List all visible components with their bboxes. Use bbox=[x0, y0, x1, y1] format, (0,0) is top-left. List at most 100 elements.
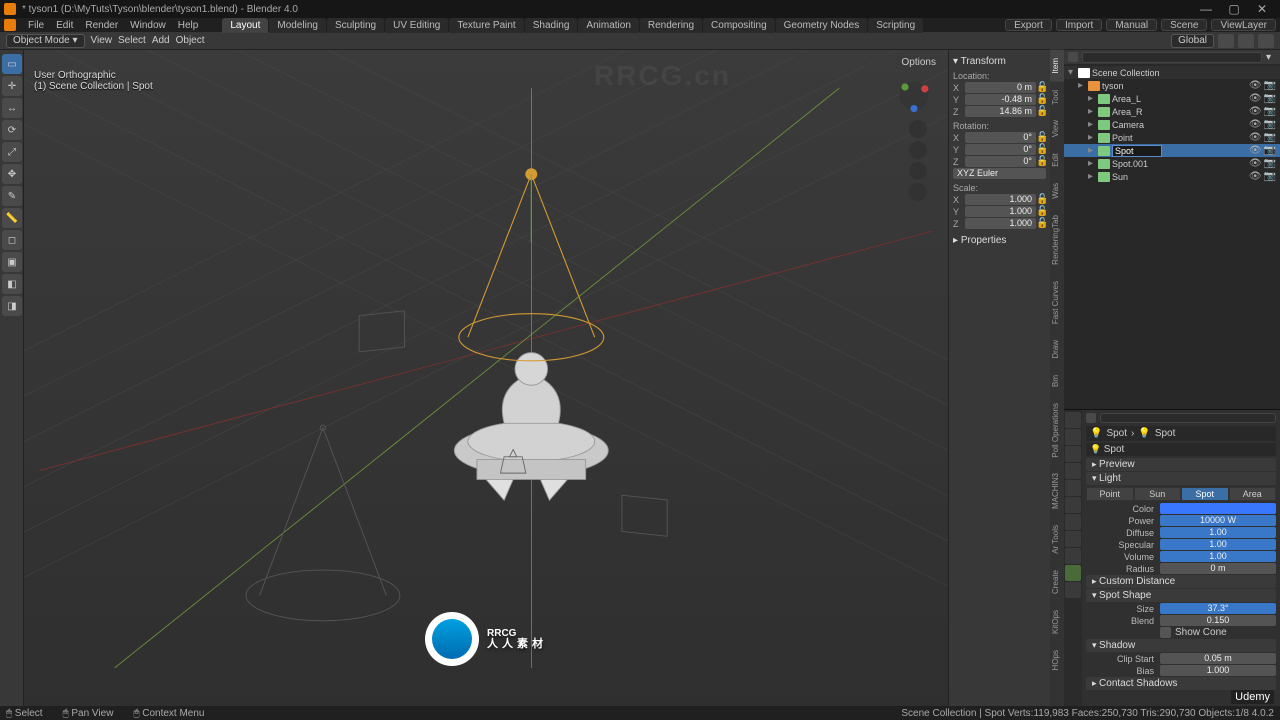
object-menu[interactable]: Object bbox=[176, 35, 205, 46]
lock-icon[interactable]: 🔓 bbox=[1036, 106, 1046, 117]
loc-y[interactable]: -0.48 m bbox=[965, 94, 1036, 105]
manual-button[interactable]: Manual bbox=[1106, 19, 1157, 31]
rotate-tool[interactable]: ⟳ bbox=[2, 120, 22, 140]
prop-tab-scene[interactable] bbox=[1065, 463, 1081, 479]
add-menu[interactable]: Add bbox=[152, 35, 170, 46]
lock-icon[interactable]: 🔓 bbox=[1036, 194, 1046, 205]
outliner-item[interactable]: ▸ Area_L 👁📷 bbox=[1064, 92, 1280, 105]
workspace-tab[interactable]: Sculpting bbox=[327, 18, 384, 33]
show-cone-checkbox[interactable] bbox=[1160, 627, 1171, 638]
n-tab[interactable]: Poll Operations bbox=[1050, 395, 1064, 466]
light-name-field[interactable]: 💡 Spot bbox=[1086, 443, 1276, 456]
light-color[interactable] bbox=[1160, 503, 1276, 514]
prop-tab-physics[interactable] bbox=[1065, 531, 1081, 547]
render-icon[interactable]: 📷 bbox=[1264, 93, 1276, 104]
loc-z[interactable]: 14.86 m bbox=[965, 106, 1036, 117]
workspace-tab[interactable]: Scripting bbox=[868, 18, 923, 33]
rotation-mode[interactable]: XYZ Euler bbox=[953, 168, 1046, 179]
select-box-tool[interactable]: ▭ bbox=[2, 54, 22, 74]
rot-x[interactable]: 0° bbox=[965, 132, 1036, 143]
prop-tab-render[interactable] bbox=[1065, 412, 1081, 428]
properties-search[interactable] bbox=[1100, 413, 1276, 423]
prop-tab-object[interactable] bbox=[1065, 497, 1081, 513]
menu-help[interactable]: Help bbox=[174, 20, 203, 31]
prop-tab-viewlayer[interactable] bbox=[1065, 446, 1081, 462]
spot-size[interactable]: 37.3° bbox=[1160, 603, 1276, 614]
workspace-tab[interactable]: Animation bbox=[578, 18, 638, 33]
properties-type-icon[interactable] bbox=[1086, 413, 1096, 423]
light-type-area[interactable]: Area bbox=[1229, 487, 1277, 501]
outliner-item[interactable]: ▸ tyson 👁📷 bbox=[1064, 79, 1280, 92]
menu-window[interactable]: Window bbox=[126, 20, 170, 31]
menu-render[interactable]: Render bbox=[81, 20, 122, 31]
lock-icon[interactable]: 🔓 bbox=[1036, 132, 1046, 143]
eye-icon[interactable]: 👁 bbox=[1249, 158, 1262, 169]
n-tab[interactable]: Item bbox=[1050, 50, 1064, 82]
loc-x[interactable]: 0 m bbox=[965, 82, 1036, 93]
eye-icon[interactable]: 👁 bbox=[1249, 171, 1262, 182]
shading-wireframe-icon[interactable] bbox=[873, 52, 889, 66]
viewport-xray-icon[interactable] bbox=[854, 52, 870, 66]
n-tab[interactable]: Was bbox=[1050, 175, 1064, 207]
lock-icon[interactable]: 🔓 bbox=[1036, 206, 1046, 217]
render-icon[interactable]: 📷 bbox=[1264, 145, 1276, 156]
outliner-root[interactable]: ▾ Scene Collection bbox=[1064, 66, 1280, 79]
add-primitive-tool[interactable]: ◻ bbox=[2, 230, 22, 250]
prop-tab-output[interactable] bbox=[1065, 429, 1081, 445]
workspace-tab[interactable]: Rendering bbox=[640, 18, 702, 33]
light-type-point[interactable]: Point bbox=[1086, 487, 1134, 501]
n-tab[interactable]: Create bbox=[1050, 562, 1064, 602]
pivot-icon[interactable] bbox=[1258, 34, 1274, 48]
eye-icon[interactable]: 👁 bbox=[1249, 106, 1262, 117]
light-radius[interactable]: 0 m bbox=[1160, 563, 1276, 574]
eye-icon[interactable]: 👁 bbox=[1249, 145, 1262, 156]
zoom-icon[interactable] bbox=[909, 120, 927, 138]
view-menu[interactable]: View bbox=[91, 35, 113, 46]
eye-icon[interactable]: 👁 bbox=[1249, 119, 1262, 130]
workspace-tab[interactable]: Shading bbox=[525, 18, 578, 33]
prop-tab-material[interactable] bbox=[1065, 582, 1081, 598]
tool-extra-1[interactable]: ▣ bbox=[2, 252, 22, 272]
light-specular[interactable]: 1.00 bbox=[1160, 539, 1276, 550]
light-type-spot[interactable]: Spot bbox=[1181, 487, 1229, 501]
scale-y[interactable]: 1.000 bbox=[965, 206, 1036, 217]
n-tab[interactable]: View bbox=[1050, 112, 1064, 145]
section-custom-distance[interactable]: ▸ Custom Distance bbox=[1086, 575, 1276, 588]
n-tab[interactable]: Ar Tools bbox=[1050, 517, 1064, 562]
viewlayer-field[interactable]: ViewLayer bbox=[1211, 19, 1276, 31]
light-volume[interactable]: 1.00 bbox=[1160, 551, 1276, 562]
outliner-item-selected[interactable]: ▸ 👁📷 bbox=[1064, 144, 1280, 157]
import-button[interactable]: Import bbox=[1056, 19, 1102, 31]
shadow-clip-start[interactable]: 0.05 m bbox=[1160, 653, 1276, 664]
eye-icon[interactable]: 👁 bbox=[1249, 132, 1262, 143]
scale-tool[interactable]: ⤢ bbox=[2, 142, 22, 162]
tool-extra-3[interactable]: ◨ bbox=[2, 296, 22, 316]
eye-icon[interactable]: 👁 bbox=[1249, 80, 1262, 91]
mode-dropdown[interactable]: Object Mode ▾ bbox=[6, 34, 85, 48]
cursor-tool[interactable]: ✛ bbox=[2, 76, 22, 96]
viewport-nav-gizmo[interactable] bbox=[896, 78, 940, 204]
outliner-item[interactable]: ▸ Camera 👁📷 bbox=[1064, 118, 1280, 131]
n-tab[interactable]: Draw bbox=[1050, 332, 1064, 367]
outliner-search[interactable] bbox=[1082, 52, 1262, 63]
outliner-mode-icon[interactable] bbox=[1068, 52, 1078, 62]
section-spot-shape[interactable]: ▾ Spot Shape bbox=[1086, 589, 1276, 602]
outliner-item[interactable]: ▸ Point 👁📷 bbox=[1064, 131, 1280, 144]
scale-z[interactable]: 1.000 bbox=[965, 218, 1036, 229]
measure-tool[interactable]: 📏 bbox=[2, 208, 22, 228]
workspace-tab[interactable]: UV Editing bbox=[385, 18, 448, 33]
menu-edit[interactable]: Edit bbox=[52, 20, 77, 31]
workspace-tab[interactable]: Geometry Nodes bbox=[776, 18, 868, 33]
eye-icon[interactable]: 👁 bbox=[1249, 93, 1262, 104]
lock-icon[interactable]: 🔓 bbox=[1036, 156, 1046, 167]
rot-z[interactable]: 0° bbox=[965, 156, 1036, 167]
transform-tool[interactable]: ✥ bbox=[2, 164, 22, 184]
filter-icon[interactable]: ▾ bbox=[1266, 52, 1276, 63]
proportional-icon[interactable] bbox=[1238, 34, 1254, 48]
close-button[interactable]: ✕ bbox=[1248, 2, 1276, 16]
scene-field[interactable]: Scene bbox=[1161, 19, 1207, 31]
viewport-vis-icon[interactable] bbox=[797, 52, 813, 66]
render-icon[interactable]: 📷 bbox=[1264, 171, 1276, 182]
lock-icon[interactable]: 🔓 bbox=[1036, 94, 1046, 105]
workspace-tab[interactable]: Modeling bbox=[269, 18, 326, 33]
